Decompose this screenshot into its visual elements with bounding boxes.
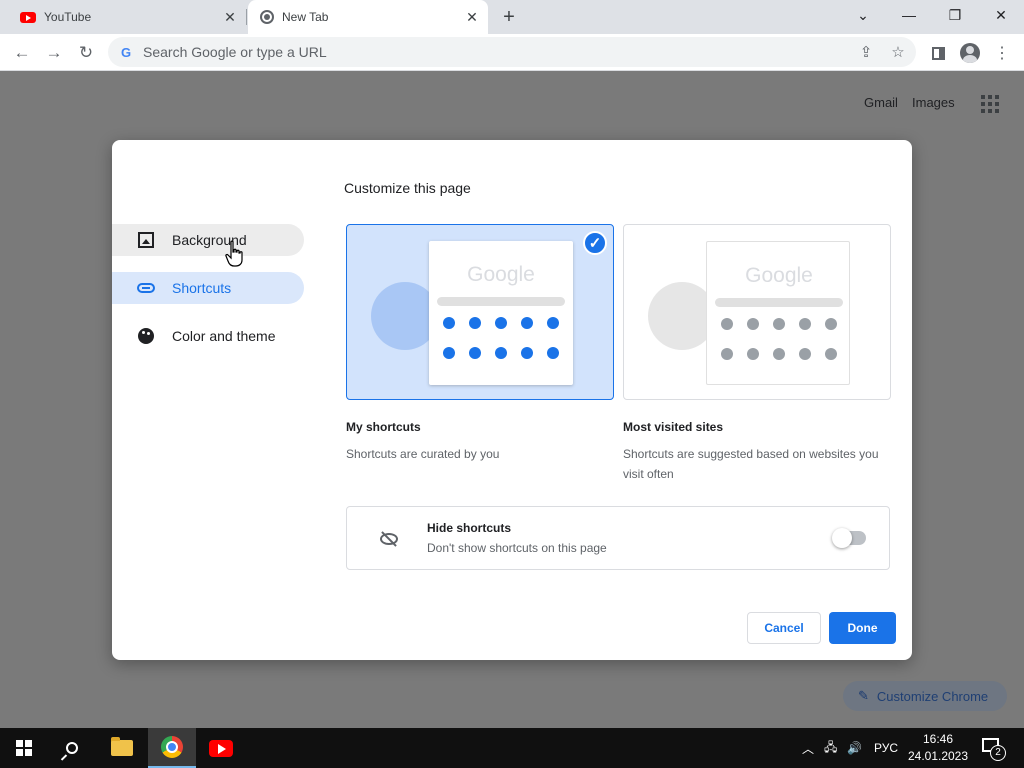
sidebar-item-label: Color and theme — [172, 328, 276, 344]
sidebar-item-shortcuts[interactable]: Shortcuts — [112, 272, 304, 304]
taskbar-chrome[interactable] — [148, 728, 196, 768]
show-hidden-icons-chevron-icon[interactable]: ︿ — [802, 728, 818, 768]
notification-center-button[interactable]: 2 — [978, 736, 1008, 761]
sidebar-item-color-and-theme[interactable]: Color and theme — [112, 320, 304, 352]
hide-shortcuts-title: Hide shortcuts — [427, 521, 512, 535]
address-input[interactable] — [143, 44, 743, 60]
tab-separator — [246, 9, 247, 25]
tab-new-tab[interactable]: New Tab ✕ — [248, 0, 488, 34]
bookmark-star-icon[interactable]: ☆ — [888, 42, 908, 62]
forward-button[interactable]: → — [40, 39, 68, 67]
shortcuts-preview: Google — [706, 241, 850, 385]
close-tab-icon[interactable]: ✕ — [464, 9, 480, 25]
eye-off-icon — [379, 529, 399, 549]
search-bar-preview — [715, 298, 843, 307]
my-shortcuts-description: Shortcuts are curated by you — [346, 447, 500, 461]
link-icon — [136, 278, 156, 298]
search-icon — [66, 742, 78, 754]
volume-icon[interactable]: 🔊 — [847, 728, 865, 768]
file-explorer-icon — [111, 737, 133, 756]
profile-button[interactable] — [958, 41, 982, 65]
side-panel-icon — [931, 46, 945, 60]
back-button[interactable]: ← — [8, 39, 36, 67]
hide-shortcuts-toggle[interactable] — [832, 528, 866, 548]
pencil-icon: ✎ — [858, 688, 869, 703]
images-link[interactable]: Images — [912, 95, 955, 110]
network-icon[interactable]: 🖧 — [824, 728, 842, 768]
google-logo-preview: Google — [467, 263, 535, 286]
share-icon[interactable]: ⇪ — [856, 42, 876, 62]
search-bar-preview — [437, 297, 565, 306]
minimize-button[interactable]: — — [886, 0, 932, 30]
hide-shortcuts-subtitle: Don't show shortcuts on this page — [427, 541, 607, 555]
restore-button[interactable]: ❐ — [932, 0, 978, 30]
side-panel-button[interactable] — [926, 41, 950, 65]
clock-time: 16:46 — [922, 732, 954, 746]
chrome-menu-button[interactable]: ⋮ — [990, 41, 1014, 65]
my-shortcuts-option[interactable]: Google ✓ — [346, 224, 614, 400]
tab-title: YouTube — [44, 10, 92, 24]
input-language-indicator[interactable]: РУС — [874, 728, 902, 768]
shortcut-dots-preview — [443, 317, 563, 359]
tab-search-button[interactable]: ⌄ — [840, 0, 886, 30]
my-shortcuts-label: My shortcuts — [346, 420, 421, 434]
shortcut-dots-preview — [721, 318, 841, 360]
start-icon — [16, 740, 32, 756]
customize-chrome-label: Customize Chrome — [876, 688, 989, 704]
windows-taskbar: ︿ 🖧 🔊 РУС 16:46 24.01.2023 2 — [0, 728, 1024, 768]
sidebar-item-label: Shortcuts — [172, 280, 232, 296]
close-window-button[interactable]: ✕ — [978, 0, 1024, 30]
taskbar-clock[interactable]: 16:46 24.01.2023 — [906, 731, 970, 765]
customize-chrome-button[interactable]: ✎ Customize Chrome — [843, 681, 1007, 711]
google-logo-preview: Google — [745, 264, 813, 287]
chrome-icon — [161, 736, 183, 758]
taskbar-youtube[interactable] — [197, 728, 245, 768]
reload-button[interactable]: ↻ — [72, 39, 100, 67]
google-apps-icon[interactable] — [981, 95, 999, 113]
taskbar-file-explorer[interactable] — [98, 728, 146, 768]
customize-dialog: Customize this page Background Shortcuts… — [112, 140, 912, 660]
cancel-button[interactable]: Cancel — [747, 612, 821, 644]
tab-strip: YouTube ✕ New Tab ✕ + ⌄ — ❐ ✕ — [0, 0, 1024, 34]
youtube-icon — [209, 739, 233, 757]
browser-toolbar: ← → ↻ G ⇪ ☆ ⋮ — [0, 34, 1024, 71]
most-visited-label: Most visited sites — [623, 420, 724, 434]
sidebar-item-background[interactable]: Background — [112, 224, 304, 256]
tab-youtube[interactable]: YouTube ✕ — [0, 0, 246, 34]
checkmark-icon: ✓ — [583, 231, 607, 255]
dialog-title: Customize this page — [344, 180, 471, 196]
new-tab-button[interactable]: + — [498, 6, 520, 28]
chrome-icon — [260, 10, 274, 24]
most-visited-description: Shortcuts are suggested based on website… — [623, 447, 879, 481]
hide-shortcuts-row[interactable]: Hide shortcuts Don't show shortcuts on t… — [346, 506, 890, 570]
image-icon — [136, 230, 156, 250]
clock-date: 24.01.2023 — [907, 749, 969, 763]
google-icon: G — [120, 44, 132, 60]
youtube-icon — [20, 11, 36, 23]
taskbar-search-button[interactable] — [48, 728, 96, 768]
notification-count-badge: 2 — [990, 745, 1006, 761]
done-button[interactable]: Done — [829, 612, 896, 644]
close-tab-icon[interactable]: ✕ — [222, 9, 238, 25]
start-button[interactable] — [0, 728, 48, 768]
tab-title: New Tab — [282, 10, 329, 24]
most-visited-option[interactable]: Google — [623, 224, 891, 400]
profile-avatar-icon — [960, 43, 980, 63]
toggle-knob — [832, 528, 852, 548]
palette-icon — [136, 326, 156, 346]
gmail-link[interactable]: Gmail — [864, 95, 898, 110]
omnibox[interactable]: G ⇪ ☆ — [108, 37, 916, 67]
hand-cursor-icon — [225, 240, 243, 267]
shortcuts-preview: Google — [429, 241, 573, 385]
